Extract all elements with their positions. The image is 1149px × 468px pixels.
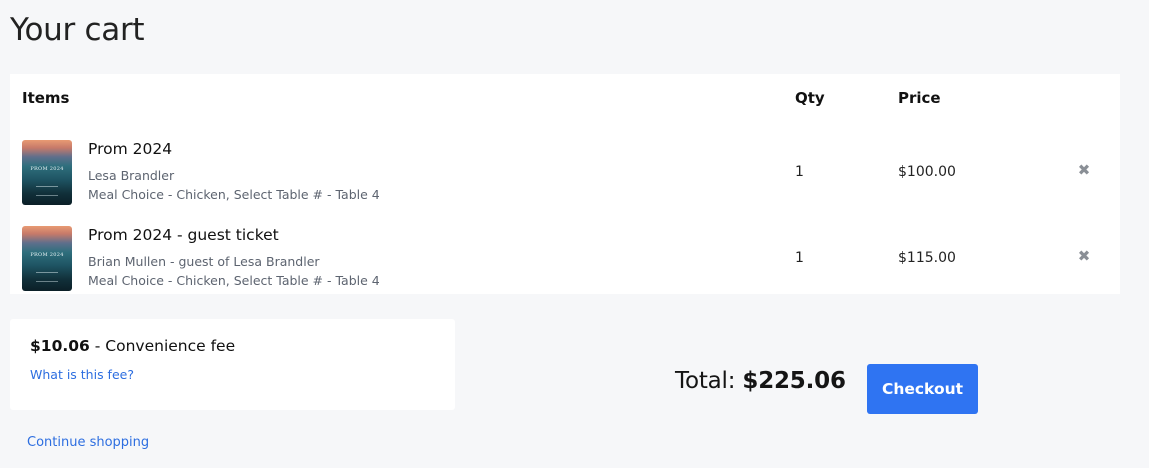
items-column-header: Items <box>22 89 70 107</box>
fee-line: $10.06 - Convenience fee <box>30 337 235 355</box>
price-column-header: Price <box>898 89 941 107</box>
item-options: Meal Choice - Chicken, Select Table # - … <box>88 187 380 202</box>
item-attendee: Lesa Brandler <box>88 168 175 183</box>
cart-row: PROM 2024 Prom 2024 - guest ticket Brian… <box>10 226 1120 298</box>
fee-info-link[interactable]: What is this fee? <box>30 367 134 382</box>
thumbnail-title: PROM 2024 <box>30 166 64 172</box>
item-price: $115.00 <box>898 250 956 266</box>
item-title: Prom 2024 - guest ticket <box>88 226 279 244</box>
ticket-thumbnail: PROM 2024 <box>22 226 72 291</box>
close-icon[interactable]: ✖ <box>1076 162 1092 178</box>
item-options: Meal Choice - Chicken, Select Table # - … <box>88 273 380 288</box>
item-attendee: Brian Mullen - guest of Lesa Brandler <box>88 254 320 269</box>
total-label: Total: <box>675 368 743 394</box>
page-title: Your cart <box>10 12 145 48</box>
cart-table: Items Qty Price PROM 2024 Prom 2024 Lesa… <box>10 74 1120 294</box>
checkout-button[interactable]: Checkout <box>867 364 978 414</box>
item-qty: 1 <box>795 250 804 266</box>
ticket-thumbnail: PROM 2024 <box>22 140 72 205</box>
item-price: $100.00 <box>898 164 956 180</box>
fee-label: - Convenience fee <box>89 337 236 355</box>
item-title: Prom 2024 <box>88 140 173 158</box>
total-value: $225.06 <box>742 368 846 394</box>
thumbnail-lines <box>36 272 58 282</box>
item-qty: 1 <box>795 164 804 180</box>
qty-column-header: Qty <box>795 89 825 107</box>
close-icon[interactable]: ✖ <box>1076 248 1092 264</box>
thumbnail-lines <box>36 186 58 196</box>
thumbnail-title: PROM 2024 <box>30 252 64 258</box>
fee-amount: $10.06 <box>30 337 90 355</box>
continue-shopping-link[interactable]: Continue shopping <box>27 435 149 450</box>
cart-row: PROM 2024 Prom 2024 Lesa Brandler Meal C… <box>10 140 1120 212</box>
convenience-fee-box: $10.06 - Convenience fee What is this fe… <box>10 319 455 410</box>
cart-total: Total: $225.06 <box>675 368 846 394</box>
